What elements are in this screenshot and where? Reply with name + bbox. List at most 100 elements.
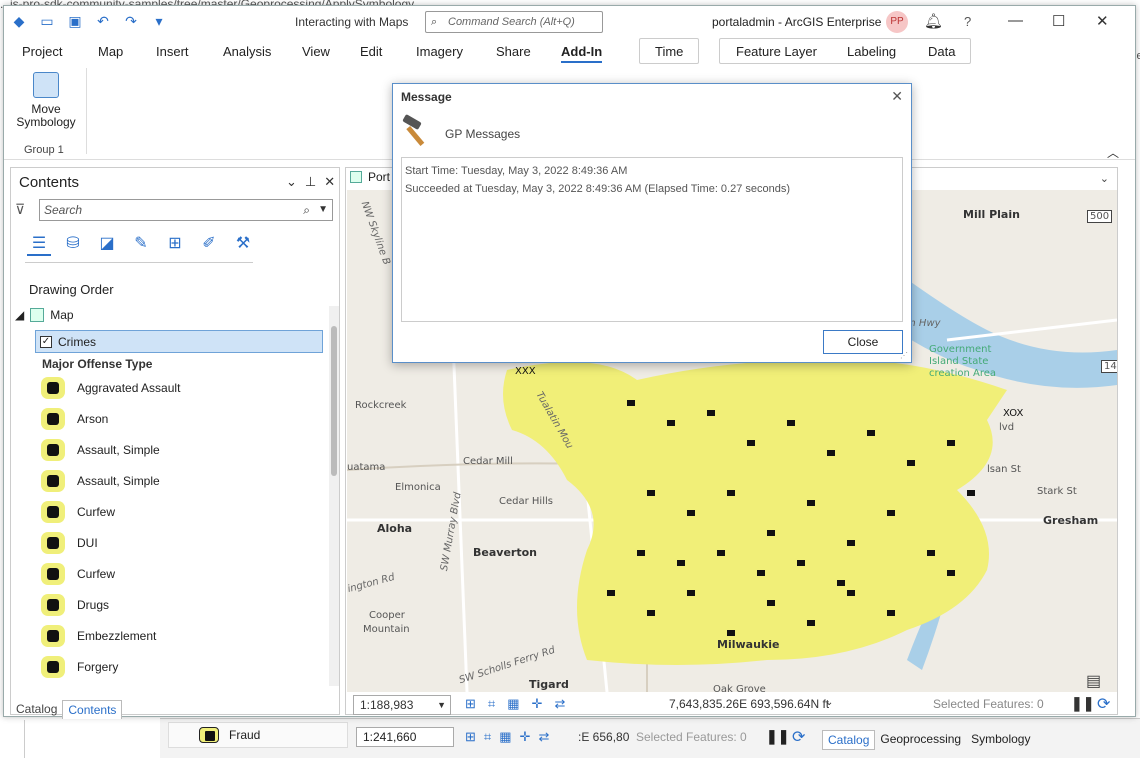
redo-icon[interactable]: ↷: [122, 13, 140, 30]
tab-catalog[interactable]: Catalog: [822, 730, 876, 750]
list-item[interactable]: Embezzlement: [41, 624, 156, 648]
bell-icon[interactable]: 🔔︎: [924, 12, 943, 30]
tab-add-in[interactable]: Add-In: [561, 44, 603, 63]
app-icon[interactable]: ◆: [10, 13, 28, 30]
map-scale-input[interactable]: 1:188,983 ▼: [353, 695, 451, 715]
list-item[interactable]: Assault, Simple: [41, 438, 160, 462]
labeling-icon[interactable]: ✐: [197, 232, 221, 256]
cross-icon[interactable]: ✛: [520, 729, 531, 745]
background-fraud-item: Fraud: [168, 722, 348, 748]
command-search-input[interactable]: ⌕ Command Search (Alt+Q): [425, 11, 603, 33]
tab-time[interactable]: Time: [655, 44, 683, 59]
expand-icon[interactable]: ◢: [15, 308, 24, 322]
search-icon[interactable]: ⌕: [303, 200, 310, 220]
snap-icon[interactable]: ⌗: [488, 696, 495, 712]
map-coordinates: 7,643,835.26E 693,596.64N ft: [669, 697, 830, 711]
list-item[interactable]: Curfew: [41, 500, 115, 524]
maximize-icon[interactable]: ☐: [1052, 12, 1065, 30]
drawing-order-icon[interactable]: ☰: [27, 232, 51, 256]
perspective-icon[interactable]: ⚒: [231, 232, 255, 256]
editing-icon[interactable]: ✎: [129, 232, 153, 256]
close-icon[interactable]: ✕: [1096, 12, 1109, 30]
pin-icon[interactable]: ⊥: [305, 174, 316, 190]
move-symbology-button[interactable]: Move Symbology: [14, 72, 78, 129]
assault-symbol-icon: [41, 439, 65, 461]
snap-icon[interactable]: ⌗: [484, 729, 491, 745]
tab-project[interactable]: Project: [22, 44, 62, 59]
tab-feature-layer[interactable]: Feature Layer: [736, 44, 817, 59]
refresh-icon[interactable]: ⟳: [1097, 694, 1110, 714]
selected-features[interactable]: Selected Features: 0: [933, 697, 1044, 711]
sync-icon[interactable]: ⇄: [554, 696, 565, 712]
tab-catalog[interactable]: Catalog: [11, 700, 62, 719]
list-item[interactable]: Curfew: [41, 562, 115, 586]
open-icon[interactable]: ▭: [38, 13, 56, 30]
customize-icon[interactable]: ▾: [150, 13, 168, 30]
chevron-down-icon[interactable]: ▼: [318, 200, 328, 220]
filter-icon[interactable]: ⊽: [15, 201, 25, 218]
tab-share[interactable]: Share: [496, 44, 531, 59]
avatar[interactable]: PP: [886, 11, 908, 33]
data-source-icon[interactable]: ⛁: [61, 232, 85, 256]
list-item[interactable]: Forgery: [41, 655, 118, 679]
contents-view-buttons: ☰ ⛁ ◪ ✎ ⊞ ✐ ⚒: [27, 232, 255, 256]
list-item[interactable]: Aggravated Assault: [41, 376, 180, 400]
list-item[interactable]: Arson: [41, 407, 108, 431]
close-button[interactable]: Close: [823, 330, 903, 354]
embezzlement-symbol-icon: [41, 625, 65, 647]
background-refresh-icon[interactable]: ⟳: [792, 727, 805, 747]
tree-crimes-layer[interactable]: ✓ Crimes: [35, 330, 323, 353]
pane-menu-icon[interactable]: ⌄: [286, 174, 297, 190]
selection-icon[interactable]: ◪: [95, 232, 119, 256]
list-item[interactable]: Assault, Simple: [41, 469, 160, 493]
resize-grip-icon[interactable]: ⋰: [900, 351, 908, 360]
minimize-icon[interactable]: —: [1008, 12, 1023, 29]
scrollbar-thumb[interactable]: [331, 326, 337, 476]
grid-icon[interactable]: ⊞: [465, 696, 476, 712]
tab-contents[interactable]: Contents: [62, 700, 123, 719]
background-pause-icon[interactable]: ❚❚: [766, 728, 789, 745]
tab-symbology[interactable]: Symbology: [966, 730, 1035, 750]
snapping-icon[interactable]: ⊞: [163, 232, 187, 256]
pane-close-icon[interactable]: ✕: [324, 174, 335, 190]
grid-icon[interactable]: ⊞: [465, 729, 476, 745]
background-selected-features[interactable]: Selected Features: 0: [636, 730, 747, 744]
contents-scrollbar[interactable]: [329, 306, 339, 686]
help-icon[interactable]: ?: [964, 14, 971, 29]
tree-map-node[interactable]: ◢ Map: [15, 308, 74, 322]
table-icon[interactable]: ▦: [507, 696, 519, 712]
class-label: Assault, Simple: [77, 474, 160, 488]
chevron-down-icon[interactable]: ⌄: [1100, 172, 1109, 185]
cross-icon[interactable]: ✛: [532, 696, 543, 712]
background-scale-input[interactable]: 1:241,660: [356, 727, 454, 747]
chevron-down-icon[interactable]: ⌄: [825, 697, 833, 708]
list-item[interactable]: DUI: [41, 531, 98, 555]
crime-point-marker: [727, 490, 735, 496]
crime-point-marker: [947, 570, 955, 576]
tab-map[interactable]: Map: [98, 44, 123, 59]
tab-edit[interactable]: Edit: [360, 44, 382, 59]
tab-geoprocessing[interactable]: Geoprocessing: [875, 730, 966, 750]
map-overview-icon[interactable]: ▤: [1086, 671, 1101, 691]
tab-imagery[interactable]: Imagery: [416, 44, 463, 59]
undo-icon[interactable]: ↶: [94, 13, 112, 30]
tab-analysis[interactable]: Analysis: [223, 44, 271, 59]
chevron-down-icon[interactable]: ▼: [437, 696, 446, 714]
table-icon[interactable]: ▦: [499, 729, 511, 745]
tab-insert[interactable]: Insert: [156, 44, 189, 59]
class-label: Arson: [77, 412, 109, 426]
tab-labeling[interactable]: Labeling: [847, 44, 896, 59]
layer-visibility-checkbox[interactable]: ✓: [40, 335, 52, 348]
map-view-tab[interactable]: Port: [350, 170, 390, 184]
pause-icon[interactable]: ❚❚: [1071, 695, 1094, 712]
tab-view[interactable]: View: [302, 44, 330, 59]
tab-data[interactable]: Data: [928, 44, 955, 59]
close-icon[interactable]: ✕: [891, 88, 903, 105]
fraud-symbol-icon: [199, 727, 219, 743]
collapse-ribbon-icon[interactable]: ︿: [1107, 144, 1119, 161]
portal-user[interactable]: portaladmin - ArcGIS Enterprise: [712, 15, 881, 29]
save-icon[interactable]: ▣: [66, 13, 84, 30]
contents-search-input[interactable]: Search ⌕ ▼: [39, 199, 333, 221]
sync-icon[interactable]: ⇄: [538, 729, 549, 745]
list-item[interactable]: Drugs: [41, 593, 109, 617]
